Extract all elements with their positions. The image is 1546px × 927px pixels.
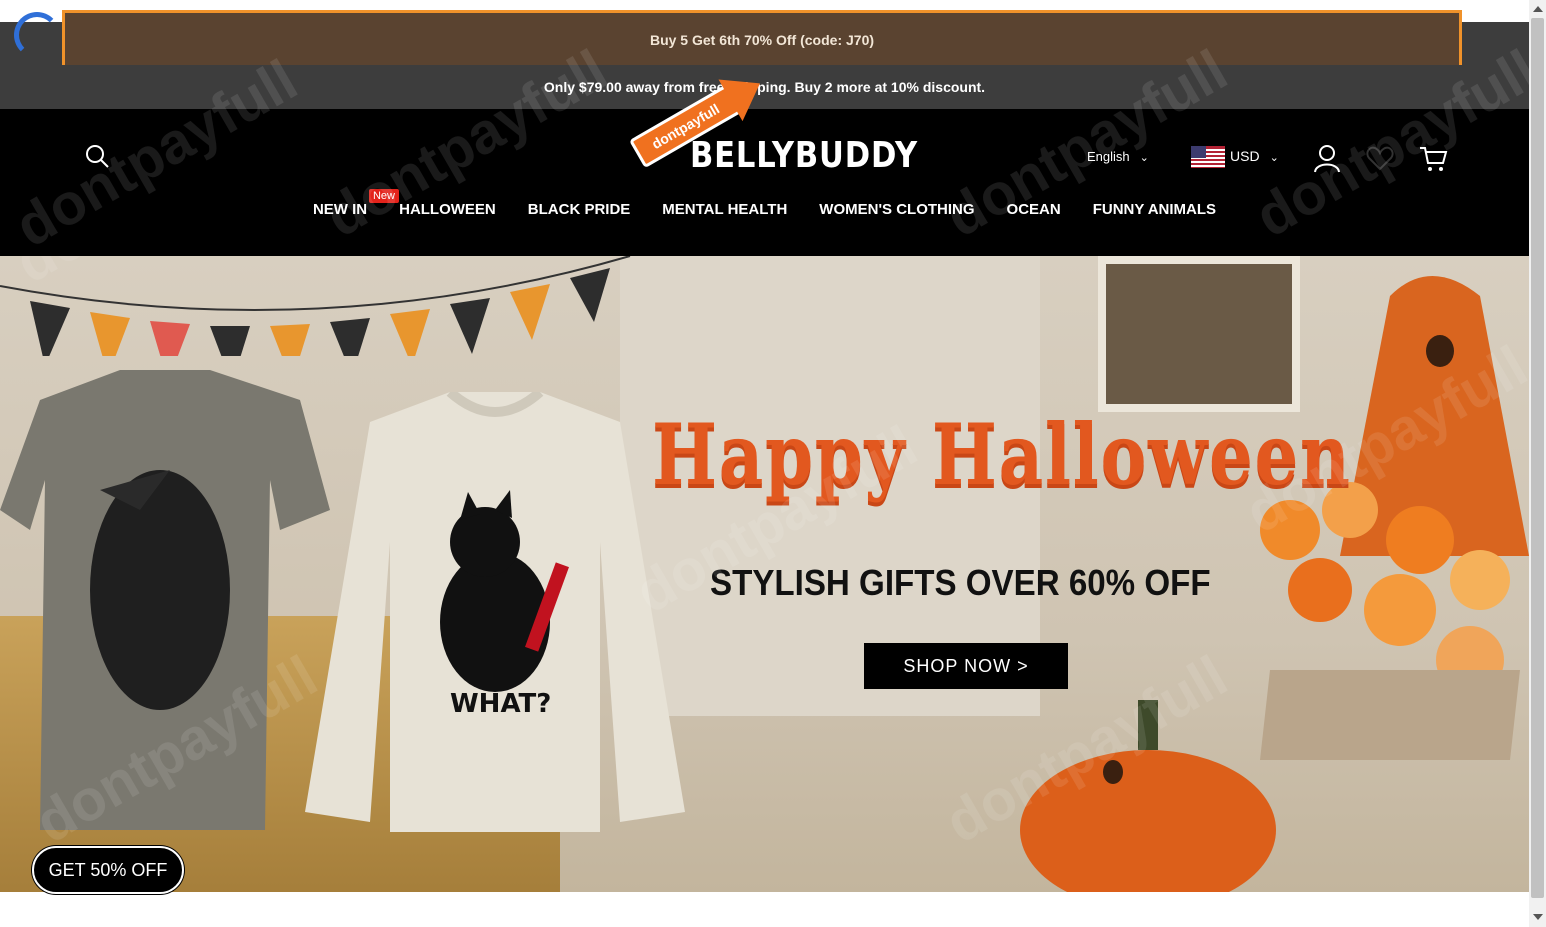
nav-item-mental-health[interactable]: MENTAL HEALTH	[662, 201, 787, 218]
round-pumpkin-image	[1020, 700, 1276, 892]
us-flag-icon[interactable]	[1191, 146, 1225, 168]
nav-label: NEW IN	[312, 201, 368, 218]
cart-icon[interactable]	[1418, 145, 1448, 173]
scroll-thumb[interactable]	[1531, 18, 1544, 898]
nav-item-black-pride[interactable]: BLACK PRIDE	[528, 201, 631, 218]
get-50-off-button[interactable]: GET 50% OFF	[32, 846, 184, 894]
sweater-print-text: WHAT?	[450, 689, 551, 719]
scroll-up-arrow-icon[interactable]	[1533, 6, 1543, 12]
chevron-down-icon: ⌄	[1269, 152, 1279, 164]
hero-banner[interactable]: WHAT? Happy Halloween STYLISH GIFTS OVER…	[0, 256, 1529, 892]
chevron-down-icon: ⌄	[1139, 152, 1149, 164]
site-header: BELLYBUDDY dontpayfull English ⌄ USD ⌄ NEW…	[0, 62, 1529, 256]
hero-window	[1098, 256, 1300, 412]
browser-badge-icon	[14, 12, 60, 58]
nav-item-funny-animals[interactable]: FUNNY ANIMALS	[1093, 201, 1216, 218]
nav-item-womens-clothing[interactable]: WOMEN'S CLOTHING	[819, 201, 974, 218]
page-scrollbar[interactable]	[1529, 0, 1546, 927]
nav-item-ocean[interactable]: OCEAN	[1007, 201, 1061, 218]
bunting-decoration	[0, 256, 631, 356]
nav-item-new-in[interactable]: NEW IN New	[312, 189, 399, 218]
nav-item-halloween[interactable]: HALLOWEEN	[399, 201, 496, 218]
currency-label: USD	[1230, 148, 1260, 164]
raven-tshirt-image	[0, 370, 330, 830]
promo-banner[interactable]: Buy 5 Get 6th 70% Off (code: J70)	[62, 10, 1462, 70]
main-nav: NEW IN New HALLOWEEN BLACK PRIDE MENTAL …	[0, 189, 1529, 218]
shop-now-button[interactable]: SHOP NOW >	[864, 643, 1068, 689]
cat-sweater-image: WHAT?	[305, 392, 685, 832]
scroll-down-arrow-icon[interactable]	[1533, 914, 1543, 920]
search-icon[interactable]	[84, 143, 110, 169]
language-label: English	[1087, 149, 1130, 164]
language-selector[interactable]: English ⌄	[1087, 149, 1149, 164]
hero-subtitle: STYLISH GIFTS OVER 60% OFF	[710, 562, 1211, 603]
hero-title: Happy Halloween	[652, 405, 1352, 504]
site-logo[interactable]: BELLYBUDDY	[690, 135, 918, 176]
wishlist-heart-icon[interactable]	[1366, 145, 1394, 171]
promo-text: Buy 5 Get 6th 70% Off (code: J70)	[649, 32, 875, 48]
account-icon[interactable]	[1312, 143, 1342, 173]
currency-selector[interactable]: USD ⌄	[1230, 148, 1279, 164]
new-badge: New	[368, 189, 399, 203]
